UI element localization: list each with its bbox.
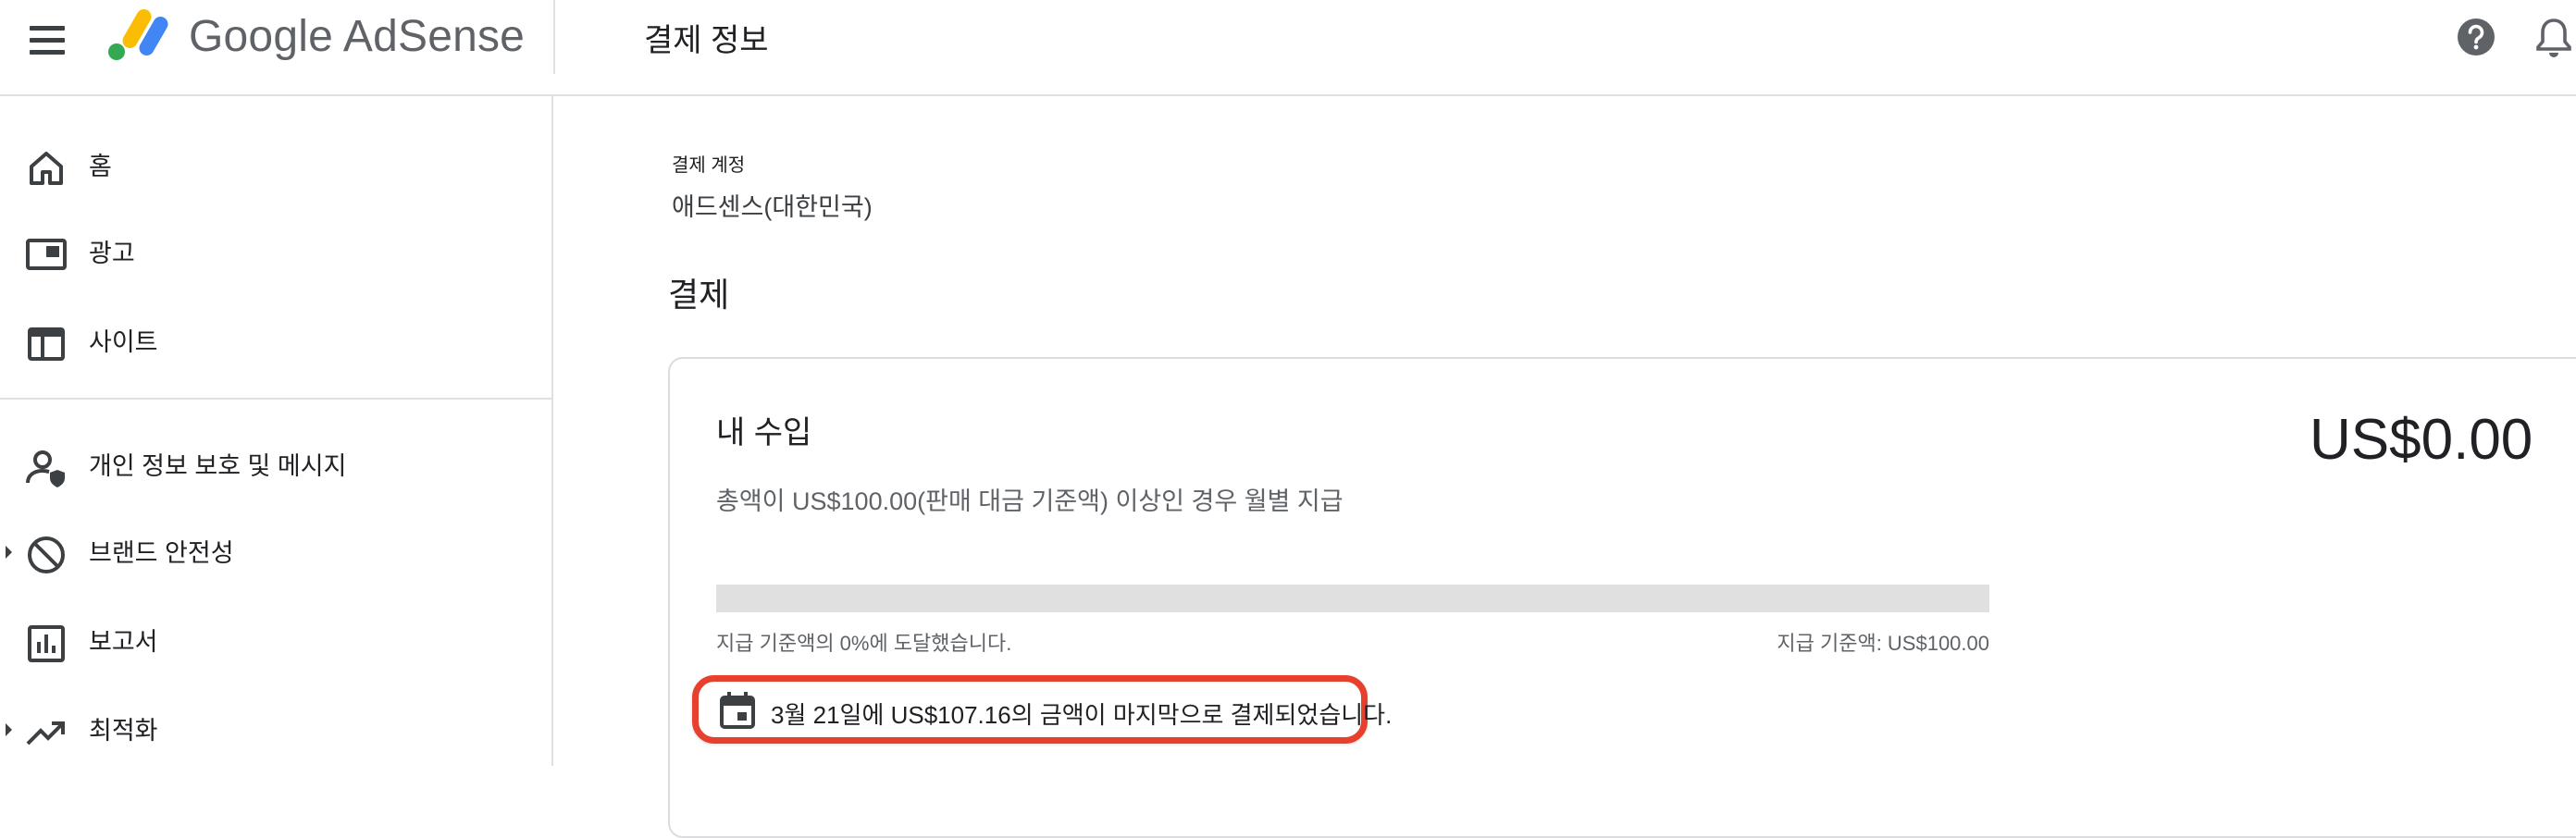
sidebar-item-optimization[interactable]: 최적화 bbox=[0, 692, 551, 766]
main-menu-button[interactable] bbox=[28, 20, 68, 61]
threshold-progress-bar bbox=[716, 585, 1989, 612]
payment-threshold-description: 총액이 US$100.00(판매 대금 기준액) 이상인 경우 월별 지급 bbox=[716, 487, 1344, 515]
help-icon[interactable] bbox=[2456, 17, 2496, 57]
payment-threshold-text: 지급 기준액: US$100.00 bbox=[1777, 632, 1989, 655]
expand-caret-icon[interactable] bbox=[6, 723, 12, 736]
payments-account-label: 결제 계정 bbox=[672, 155, 746, 176]
trending-up-icon bbox=[26, 721, 65, 746]
last-payment-notice: 3월 21일에 US$107.16의 금액이 마지막으로 결제되었습니다. bbox=[692, 675, 1392, 744]
sidebar-item-label: 광고 bbox=[89, 240, 135, 267]
block-icon bbox=[28, 536, 65, 573]
sidebar-item-label: 브랜드 안전성 bbox=[89, 539, 234, 567]
sidebar-nav: 홈 광고 사이트 개인 정보 보호 및 메시지 브랜드 안전성 보고서 최적화 bbox=[0, 96, 553, 766]
reports-icon bbox=[28, 625, 65, 662]
sites-icon bbox=[28, 327, 65, 361]
sidebar-item-label: 홈 bbox=[89, 153, 112, 180]
privacy-messaging-icon bbox=[26, 450, 65, 487]
sidebar-item-label: 최적화 bbox=[89, 717, 158, 745]
earnings-card-title: 내 수입 bbox=[716, 415, 812, 450]
top-app-bar: Google AdSense 결제 정보 bbox=[0, 0, 2576, 96]
sidebar-item-privacy-messaging[interactable]: 개인 정보 보호 및 메시지 bbox=[0, 427, 551, 501]
home-icon bbox=[30, 152, 63, 185]
page-title: 결제 정보 bbox=[644, 23, 769, 58]
menu-icon bbox=[30, 26, 65, 31]
sidebar-item-reports[interactable]: 보고서 bbox=[0, 603, 551, 677]
progress-status-text: 지급 기준액의 0%에 도달했습니다. bbox=[716, 632, 1012, 655]
sidebar-item-label: 보고서 bbox=[89, 628, 158, 656]
sidebar-item-brand-safety[interactable]: 브랜드 안전성 bbox=[0, 514, 551, 588]
header-divider bbox=[553, 0, 555, 74]
sidebar-divider bbox=[0, 398, 551, 400]
payments-account-value: 애드센스(대한민국) bbox=[672, 193, 873, 221]
ads-icon bbox=[26, 239, 67, 270]
sidebar-item-home[interactable]: 홈 bbox=[0, 128, 551, 202]
sidebar-item-label: 개인 정보 보호 및 메시지 bbox=[89, 452, 347, 480]
payments-section-title: 결제 bbox=[668, 276, 730, 314]
last-payment-text: 3월 21일에 US$107.16의 금액이 마지막으로 결제되었습니다. bbox=[771, 701, 1393, 729]
sidebar-item-label: 사이트 bbox=[89, 328, 158, 356]
sidebar-item-ads[interactable]: 광고 bbox=[0, 215, 551, 289]
main-content: 결제 계정 애드센스(대한민국) 결제 내 수입 US$0.00 총액이 US$… bbox=[555, 96, 2576, 838]
notifications-icon[interactable] bbox=[2535, 17, 2572, 59]
brand-name[interactable]: Google AdSense bbox=[189, 11, 525, 62]
earnings-amount: US$0.00 bbox=[2310, 408, 2533, 472]
sidebar-item-sites[interactable]: 사이트 bbox=[0, 303, 551, 377]
calendar-icon bbox=[720, 692, 755, 729]
earnings-card: 내 수입 US$0.00 총액이 US$100.00(판매 대금 기준액) 이상… bbox=[668, 357, 2576, 838]
adsense-logo-icon[interactable] bbox=[105, 6, 174, 63]
expand-caret-icon[interactable] bbox=[6, 546, 12, 559]
